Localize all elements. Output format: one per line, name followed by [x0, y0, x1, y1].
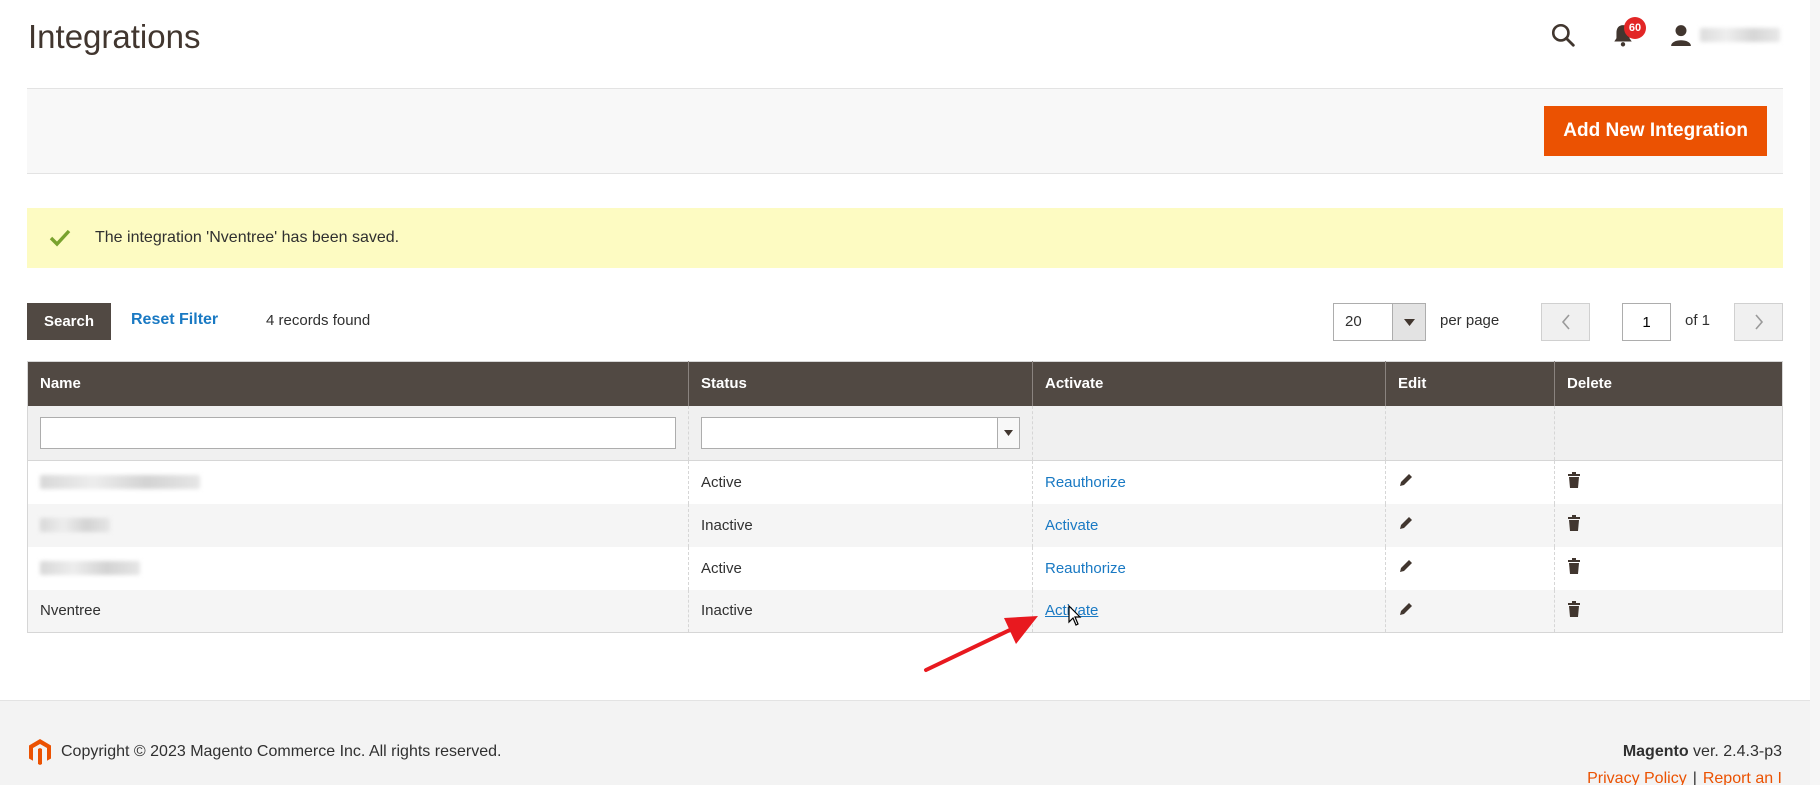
table-row[interactable]: Inactive Activate	[27, 503, 1783, 547]
user-icon	[1670, 24, 1692, 46]
integration-edit-cell	[1385, 460, 1555, 504]
trash-icon[interactable]	[1567, 472, 1581, 489]
check-icon	[49, 229, 77, 247]
filter-cell-status	[688, 405, 1033, 461]
filter-cell-empty	[1385, 405, 1555, 461]
integration-delete-cell	[1554, 546, 1783, 590]
total-pages-label: of 1	[1685, 312, 1711, 329]
success-message-text: The integration 'Nventree' has been save…	[95, 229, 400, 246]
integration-action-cell: Activate	[1032, 503, 1386, 547]
annotation-arrow-icon	[924, 616, 1038, 672]
table-row[interactable]: Active Reauthorize	[27, 546, 1783, 590]
reauthorize-link[interactable]: Reauthorize	[1045, 474, 1126, 491]
column-header-status[interactable]: Status	[688, 361, 1033, 406]
grid-header-row: Name Status Activate Edit Delete	[27, 361, 1783, 406]
magento-logo-icon	[28, 739, 52, 770]
integration-name-cell	[27, 546, 689, 590]
add-new-integration-button[interactable]: Add New Integration	[1544, 106, 1767, 156]
footer-links: Privacy Policy | Report an I	[1587, 770, 1782, 785]
privacy-policy-link[interactable]: Privacy Policy	[1587, 770, 1687, 785]
integration-action-cell: Activate	[1032, 589, 1386, 633]
chevron-right-icon	[1754, 314, 1764, 330]
copyright-text: Copyright © 2023 Magento Commerce Inc. A…	[61, 743, 502, 760]
version-number: ver. 2.4.3-p3	[1693, 743, 1782, 760]
chevron-down-icon	[997, 417, 1019, 448]
reset-filter-link[interactable]: Reset Filter	[131, 311, 218, 329]
brand-name: Magento	[1622, 743, 1689, 760]
table-row[interactable]: Active Reauthorize	[27, 460, 1783, 504]
integration-status-cell: Active	[688, 546, 1033, 590]
next-page-button[interactable]	[1734, 303, 1783, 341]
pencil-icon[interactable]	[1398, 558, 1414, 574]
per-page-select[interactable]: 20	[1333, 303, 1426, 341]
user-account-button[interactable]	[1670, 24, 1780, 46]
table-row[interactable]: Nventree Inactive Activate	[27, 589, 1783, 633]
report-issue-link[interactable]: Report an I	[1703, 770, 1782, 785]
per-page-label: per page	[1440, 312, 1500, 329]
integration-delete-cell	[1554, 460, 1783, 504]
filter-cell-name	[27, 405, 689, 461]
user-name	[1700, 28, 1780, 42]
chevron-left-icon	[1561, 314, 1571, 330]
redacted-name	[40, 475, 200, 490]
trash-icon[interactable]	[1567, 558, 1581, 574]
activate-link[interactable]: Activate	[1045, 517, 1098, 534]
pencil-icon[interactable]	[1398, 601, 1414, 617]
chevron-down-icon	[1392, 304, 1425, 340]
per-page-value: 20	[1345, 313, 1362, 330]
page-footer: Copyright © 2023 Magento Commerce Inc. A…	[0, 700, 1820, 785]
success-message: The integration 'Nventree' has been save…	[27, 208, 1783, 268]
integration-edit-cell	[1385, 546, 1555, 590]
filter-row	[27, 405, 1783, 461]
records-found-count: 4 records found	[266, 312, 371, 329]
version-text: Magento ver. 2.4.3-p3	[1623, 743, 1782, 761]
column-header-edit: Edit	[1385, 361, 1555, 406]
integrations-grid: Name Status Activate Edit Delete Active	[27, 361, 1783, 633]
status-filter-select[interactable]	[701, 416, 1020, 449]
grid-toolbar: Search Reset Filter 4 records found 20 p…	[27, 303, 1783, 341]
pencil-icon[interactable]	[1398, 515, 1414, 531]
link-separator: |	[1692, 770, 1697, 785]
page-title: Integrations	[28, 18, 201, 55]
trash-icon[interactable]	[1567, 600, 1581, 617]
page-scrollbar[interactable]	[1810, 0, 1820, 785]
integration-status-cell: Inactive	[688, 503, 1033, 547]
mouse-cursor-icon	[1068, 605, 1082, 626]
current-page-input[interactable]	[1622, 303, 1671, 341]
header-actions: 60	[1550, 17, 1780, 50]
integration-name-cell	[27, 460, 689, 504]
filter-cell-empty	[1032, 405, 1386, 461]
integration-edit-cell	[1385, 503, 1555, 547]
integration-status-cell: Active	[688, 460, 1033, 504]
integration-name-cell	[27, 503, 689, 547]
search-icon[interactable]	[1550, 20, 1576, 50]
previous-page-button[interactable]	[1541, 303, 1590, 341]
integration-action-cell: Reauthorize	[1032, 460, 1386, 504]
integration-delete-cell	[1554, 503, 1783, 547]
integration-edit-cell	[1385, 589, 1555, 633]
notifications-button[interactable]: 60	[1612, 17, 1646, 50]
reauthorize-link[interactable]: Reauthorize	[1045, 560, 1126, 577]
column-header-name[interactable]: Name	[27, 361, 689, 406]
notification-count-badge: 60	[1624, 17, 1646, 39]
redacted-name	[40, 518, 110, 532]
column-header-delete: Delete	[1554, 361, 1783, 406]
trash-icon[interactable]	[1567, 515, 1581, 531]
column-header-activate: Activate	[1032, 361, 1386, 406]
integration-action-cell: Reauthorize	[1032, 546, 1386, 590]
pencil-icon[interactable]	[1398, 472, 1414, 488]
integration-name-cell: Nventree	[27, 589, 689, 633]
search-button[interactable]: Search	[27, 303, 111, 340]
name-filter-input[interactable]	[40, 416, 676, 449]
integration-delete-cell	[1554, 589, 1783, 633]
redacted-name	[40, 561, 140, 575]
filter-cell-empty	[1554, 405, 1783, 461]
page-actions-bar: Add New Integration	[27, 88, 1783, 174]
